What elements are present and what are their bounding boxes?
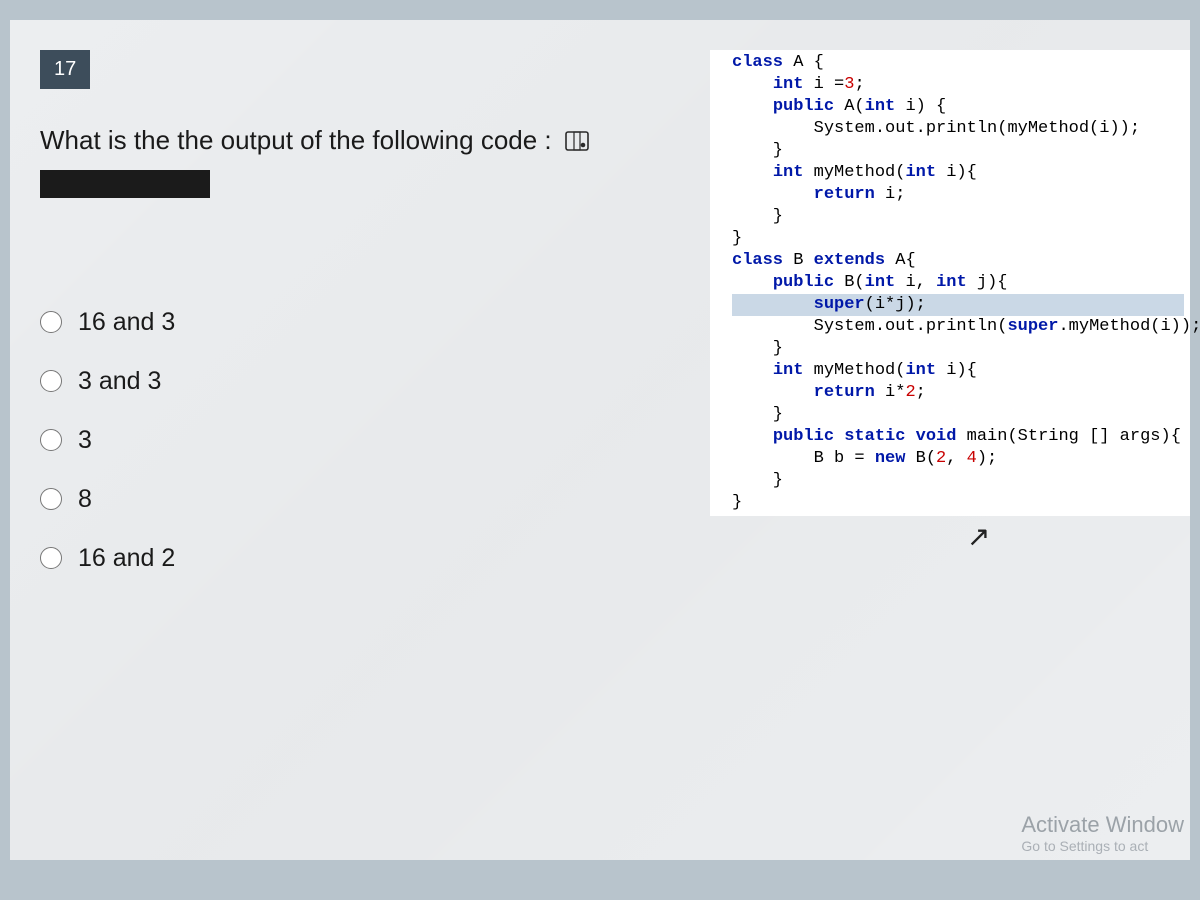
question-number-badge: 17 [40,50,90,89]
answer-radio[interactable] [40,488,62,510]
question-text-label: What is the the output of the following … [40,125,552,155]
answer-option-label: 3 and 3 [78,367,161,396]
watermark-title: Activate Window [1021,812,1184,838]
image-icon[interactable] [565,127,589,158]
answer-radio[interactable] [40,429,62,451]
mouse-cursor-icon: ↖ [967,520,990,553]
answer-option[interactable]: 16 and 3 [40,308,710,337]
answer-radio[interactable] [40,370,62,392]
answer-option-label: 3 [78,426,92,455]
answer-option[interactable]: 3 and 3 [40,367,710,396]
activate-windows-watermark: Activate Window Go to Settings to act [1021,812,1184,854]
answer-radio[interactable] [40,311,62,333]
answer-option[interactable]: 3 [40,426,710,455]
answer-option-label: 16 and 2 [78,544,175,573]
answer-radio[interactable] [40,547,62,569]
answer-option-label: 16 and 3 [78,308,175,337]
question-row: 17 What is the the output of the followi… [40,50,1190,603]
question-page: 17 What is the the output of the followi… [10,20,1190,860]
question-text: What is the the output of the following … [40,125,710,158]
answer-option[interactable]: 8 [40,485,710,514]
answer-option-label: 8 [78,485,92,514]
answer-options: 16 and 3 3 and 3 3 8 16 and 2 [40,308,710,573]
watermark-subtitle: Go to Settings to act [1021,838,1184,854]
question-left-column: 17 What is the the output of the followi… [40,50,710,603]
answer-option[interactable]: 16 and 2 [40,544,710,573]
code-snippet: class A { int i =3; public A(int i) { Sy… [710,50,1190,516]
redacted-block [40,170,210,198]
